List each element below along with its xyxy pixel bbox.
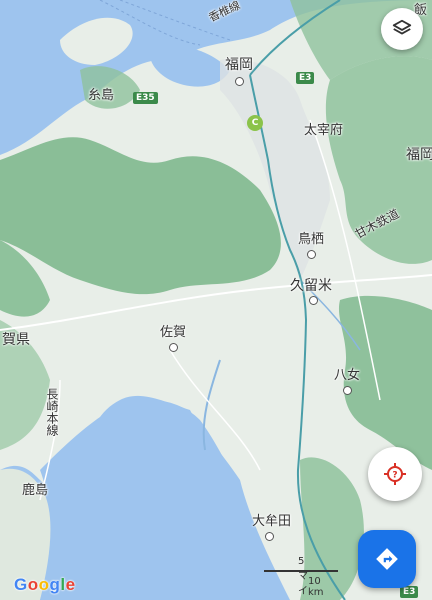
scale-km-label: 10 km bbox=[308, 576, 324, 598]
layers-icon bbox=[392, 19, 412, 35]
e3-shield-north: E3 bbox=[296, 72, 315, 84]
omuta-pin[interactable] bbox=[265, 532, 274, 541]
svg-text:?: ? bbox=[392, 471, 397, 481]
saga-pref-label: 賀県 bbox=[2, 332, 30, 348]
map-terrain bbox=[0, 0, 432, 600]
scale-miles-bar bbox=[264, 570, 338, 572]
saga-pin[interactable] bbox=[169, 343, 178, 352]
kurume-pin[interactable] bbox=[309, 296, 318, 305]
kashima-label[interactable]: 鹿島 bbox=[22, 484, 48, 497]
nagasaki-line-label: 長崎本線 bbox=[45, 388, 59, 436]
tosu-label[interactable]: 鳥栖 bbox=[298, 233, 324, 246]
directions-button[interactable] bbox=[358, 530, 416, 588]
fukuoka-city-label[interactable]: 福岡 bbox=[225, 58, 253, 72]
gps-target-icon: ? bbox=[384, 463, 406, 485]
e35-shield: E35 bbox=[133, 92, 158, 104]
google-logo: Google bbox=[14, 575, 76, 594]
yame-label[interactable]: 八女 bbox=[334, 369, 360, 382]
itoshima-label[interactable]: 糸島 bbox=[88, 89, 114, 102]
directions-arrow-icon bbox=[376, 548, 398, 570]
dazaifu-label[interactable]: 太宰府 bbox=[304, 124, 343, 137]
fukuoka-pref-label: 福岡 bbox=[406, 147, 432, 163]
map-canvas[interactable]: 香椎線 飯 福岡 糸島 太宰府 福岡 鳥栖 甘木鉄道 久留米 佐賀 賀県 八女 … bbox=[0, 0, 432, 600]
c-route-shield: C bbox=[247, 115, 263, 131]
omuta-label[interactable]: 大牟田 bbox=[252, 515, 291, 528]
scale-miles-label: 5 マイル bbox=[298, 556, 308, 597]
locate-button[interactable]: ? bbox=[368, 447, 422, 501]
yame-pin[interactable] bbox=[343, 386, 352, 395]
layers-button[interactable] bbox=[381, 8, 423, 50]
fukuoka-city-pin[interactable] bbox=[235, 77, 244, 86]
saga-label[interactable]: 佐賀 bbox=[160, 326, 186, 339]
kurume-label[interactable]: 久留米 bbox=[290, 279, 332, 293]
tosu-pin[interactable] bbox=[307, 250, 316, 259]
e3-shield-south: E3 bbox=[400, 586, 419, 598]
